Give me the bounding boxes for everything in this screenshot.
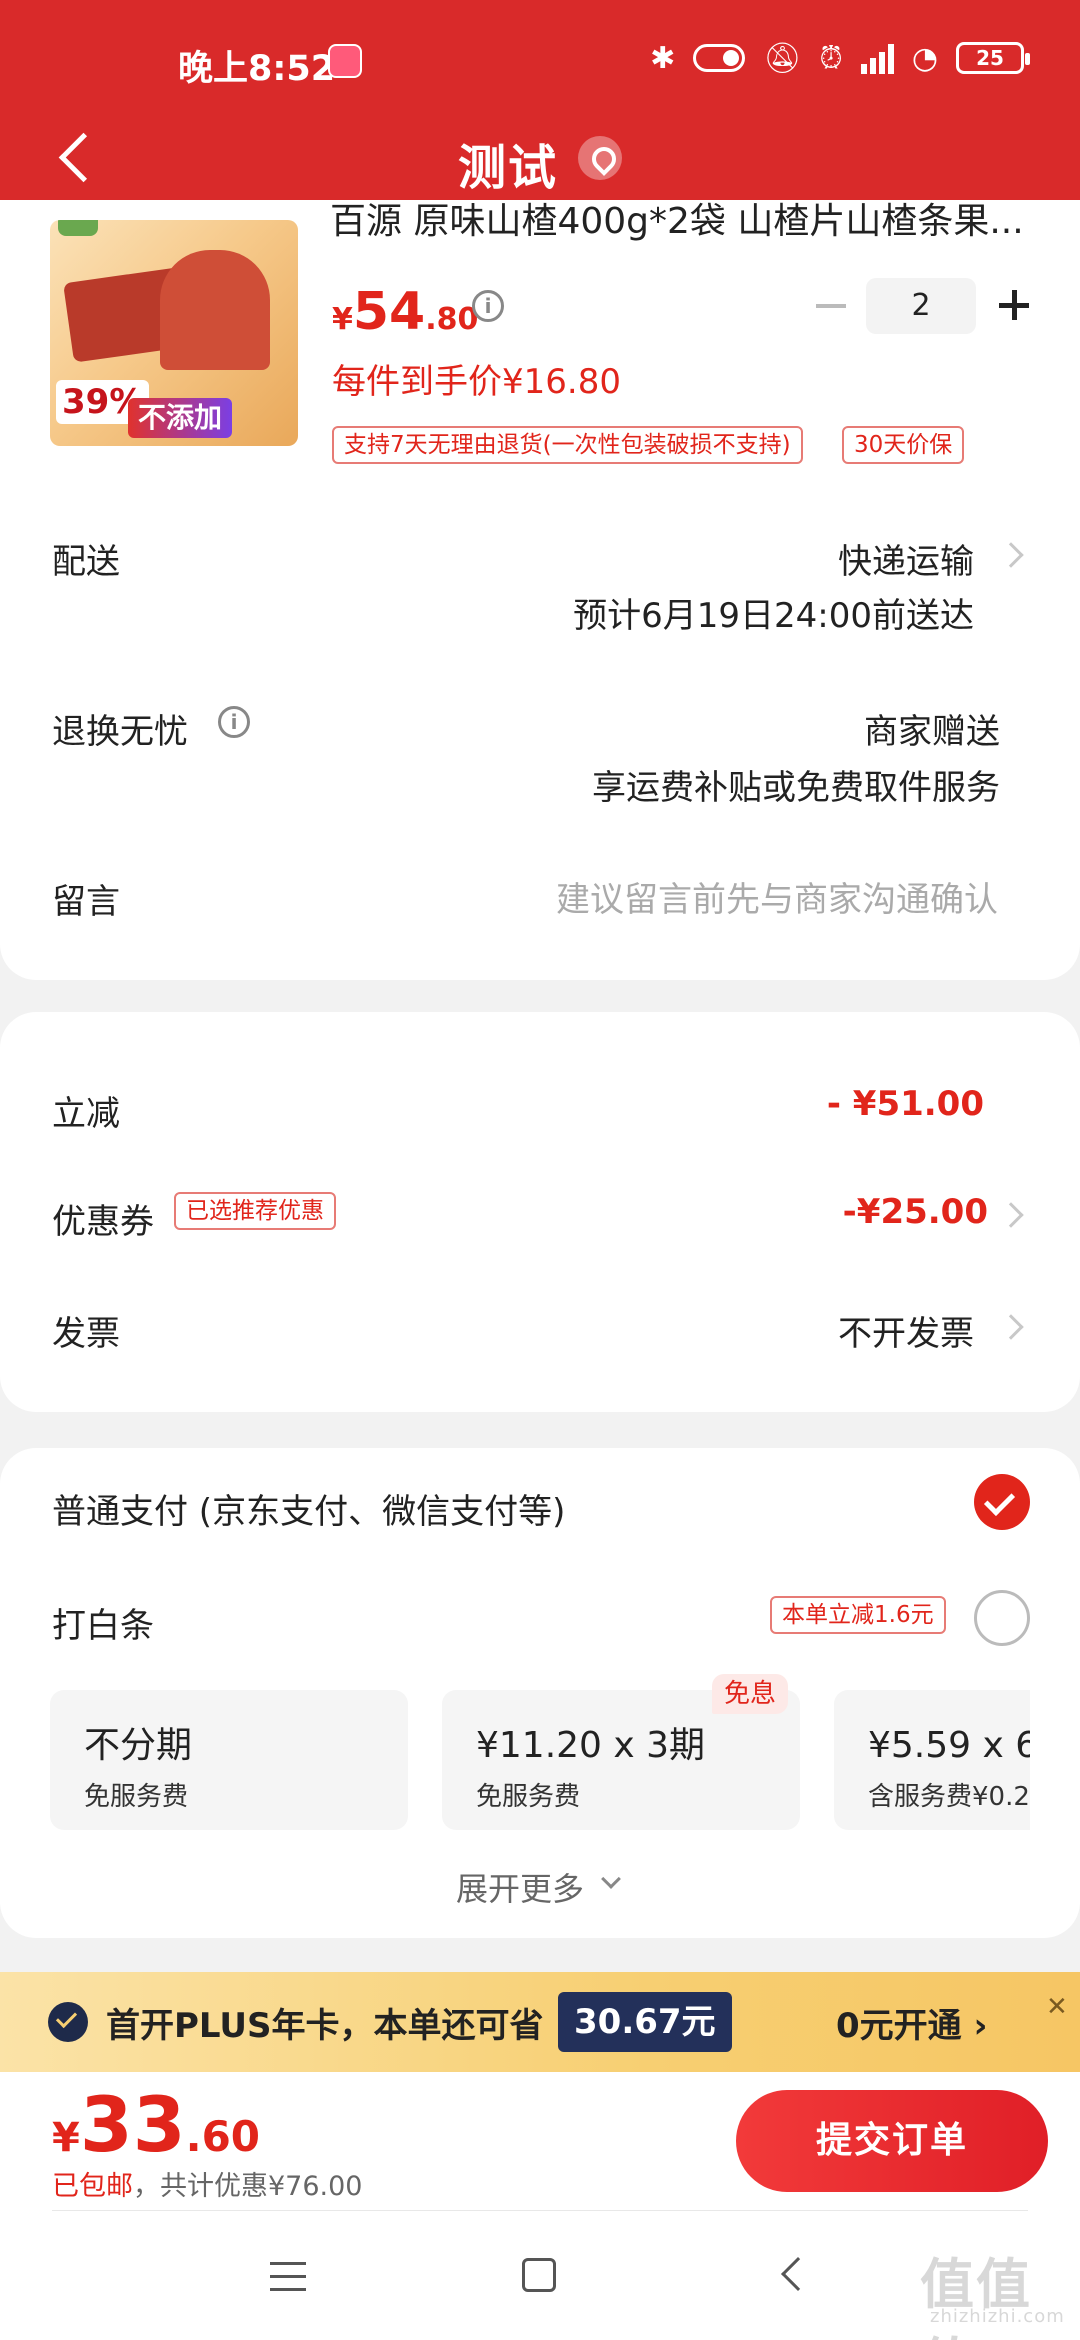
plus-crown-icon bbox=[48, 2002, 88, 2042]
product-price: ¥54.80 bbox=[332, 282, 479, 342]
returns-detail: 享运费补贴或免费取件服务 bbox=[592, 768, 1000, 808]
product-image[interactable]: 39% 不添加 bbox=[50, 220, 298, 446]
returns-label: 退换无忧 bbox=[52, 712, 188, 752]
quantity-increase-button[interactable] bbox=[995, 286, 1035, 326]
expand-more-button[interactable]: 展开更多 bbox=[456, 1864, 584, 1910]
location-pin-icon[interactable] bbox=[578, 136, 622, 180]
quantity-input[interactable]: 2 bbox=[866, 278, 976, 334]
back-button[interactable] bbox=[52, 130, 102, 186]
coupon-recommend-tag: 已选推荐优惠 bbox=[174, 1192, 336, 1230]
menu-icon[interactable] bbox=[270, 2262, 306, 2292]
close-icon[interactable]: ✕ bbox=[1046, 1992, 1068, 2022]
baitiao-discount-tag: 本单立减1.6元 bbox=[770, 1596, 946, 1634]
price-info-icon[interactable]: i bbox=[472, 290, 504, 322]
message-label: 留言 bbox=[52, 882, 120, 922]
battery-icon: 25 bbox=[956, 42, 1030, 74]
coupon-value[interactable]: -¥25.00 bbox=[843, 1192, 988, 1232]
status-time: 晚上8:52 bbox=[178, 49, 336, 89]
status-bar: 晚上8:52 ✱ 🔕︎ ⏰︎ ◔ 25 bbox=[0, 0, 1080, 120]
watermark-url: zhizhizhi.com bbox=[930, 2306, 1065, 2327]
invoice-label: 发票 bbox=[52, 1314, 120, 1354]
delivery-eta: 预计6月19日24:00前送达 bbox=[573, 596, 974, 636]
plus-promo-text: 首开PLUS年卡，本单还可省 bbox=[106, 2006, 544, 2046]
delivery-method[interactable]: 快递运输 bbox=[838, 534, 974, 583]
instant-discount-label: 立减 bbox=[52, 1094, 120, 1134]
order-total: ¥33.60 bbox=[52, 2080, 261, 2169]
plan-option-1[interactable]: 不分期 免服务费 bbox=[50, 1690, 408, 1830]
product-title[interactable]: 百源 原味山楂400g*2袋 山楂片山楂条果... bbox=[330, 200, 1030, 244]
submit-order-button[interactable]: 提交订单 bbox=[736, 2090, 1048, 2192]
wifi-icon: ◔ bbox=[911, 40, 938, 76]
message-input[interactable]: 建议留言前先与商家沟通确认 bbox=[556, 872, 998, 921]
invoice-value[interactable]: 不开发票 bbox=[838, 1306, 974, 1355]
status-icons: ✱ 🔕︎ ⏰︎ ◔ 25 bbox=[650, 38, 1030, 78]
normal-payment-label[interactable]: 普通支付 (京东支付、微信支付等) bbox=[52, 1484, 565, 1533]
price-protect-tag: 30天价保 bbox=[842, 426, 965, 464]
home-icon[interactable] bbox=[522, 2258, 556, 2292]
product-image-no-additive: 不添加 bbox=[128, 398, 233, 438]
alarm-icon: ⏰︎ bbox=[819, 40, 843, 76]
returns-value: 商家赠送 bbox=[864, 712, 1000, 752]
cellular-signal-icon bbox=[860, 42, 894, 74]
toggle-icon bbox=[693, 44, 746, 72]
page-title: 测试 bbox=[458, 140, 559, 196]
normal-payment-checked-icon[interactable] bbox=[974, 1474, 1030, 1530]
divider bbox=[52, 2210, 1028, 2211]
app-notification-icon bbox=[328, 44, 362, 78]
coupon-label: 优惠券 bbox=[52, 1202, 154, 1242]
instant-discount-value: - ¥51.00 bbox=[826, 1084, 984, 1124]
delivery-label: 配送 bbox=[52, 542, 120, 582]
header-bar: 晚上8:52 ✱ 🔕︎ ⏰︎ ◔ 25 测试 bbox=[0, 0, 1080, 224]
plus-open-link[interactable]: 0元开通 › bbox=[836, 1998, 988, 2047]
mute-bell-icon: 🔕︎ bbox=[763, 40, 802, 76]
plus-promo-banner[interactable]: 首开PLUS年卡，本单还可省 30.67元 0元开通 › ✕ bbox=[0, 1972, 1080, 2072]
baitiao-label[interactable]: 打白条 bbox=[52, 1598, 154, 1647]
quantity-decrease-button[interactable] bbox=[812, 286, 852, 326]
returns-info-icon[interactable]: i bbox=[218, 706, 250, 738]
bluetooth-icon: ✱ bbox=[650, 40, 676, 76]
interest-free-badge: 免息 bbox=[712, 1674, 789, 1714]
plus-save-amount: 30.67元 bbox=[558, 1992, 732, 2052]
return-policy-tag: 支持7天无理由退货(一次性包装破损不支持) bbox=[332, 426, 803, 464]
baitiao-radio[interactable] bbox=[974, 1590, 1030, 1646]
unit-price: 每件到手价¥16.80 bbox=[332, 362, 621, 402]
installment-plans: 不分期 免服务费 ¥11.20 x 3期 免服务费 ¥5.59 x 6期 含服务… bbox=[50, 1690, 1030, 1830]
shipping-summary: 已包邮，共计优惠¥76.00 bbox=[52, 2171, 363, 2202]
plan-option-3[interactable]: ¥5.59 x 6期 含服务费¥0.2 bbox=[834, 1690, 1030, 1830]
